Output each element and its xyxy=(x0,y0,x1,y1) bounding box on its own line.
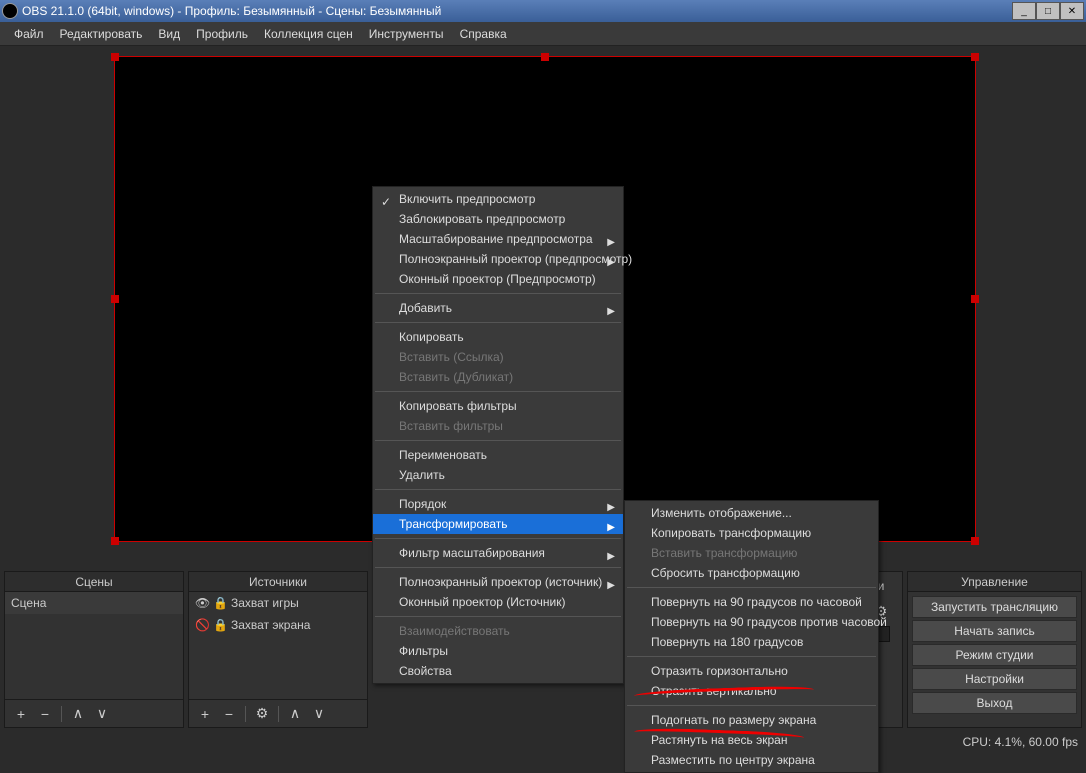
visibility-icon[interactable]: 🚫 xyxy=(195,618,209,632)
scene-up-button[interactable]: ∧ xyxy=(66,703,90,725)
ctx-item[interactable]: Сбросить трансформацию xyxy=(625,563,878,583)
close-button[interactable]: ✕ xyxy=(1060,2,1084,20)
remove-source-button[interactable]: − xyxy=(217,703,241,725)
menu-4[interactable]: Коллекция сцен xyxy=(256,23,361,45)
ctx-item[interactable]: Повернуть на 90 градусов по часовой xyxy=(625,592,878,612)
ctx-item: Вставить трансформацию xyxy=(625,543,878,563)
ctx-item[interactable]: Трансформировать▶ xyxy=(373,514,623,534)
source-up-button[interactable]: ∧ xyxy=(283,703,307,725)
source-row[interactable]: 🚫 🔒 Захват экрана xyxy=(189,614,367,636)
source-settings-button[interactable]: ⚙ xyxy=(250,703,274,725)
ctx-item: Вставить фильтры xyxy=(373,416,623,436)
scene-down-button[interactable]: ∨ xyxy=(90,703,114,725)
ctx-item[interactable]: Копировать xyxy=(373,327,623,347)
ctx-item[interactable]: Подогнать по размеру экрана xyxy=(625,710,878,730)
ctx-item[interactable]: Переименовать xyxy=(373,445,623,465)
scene-row[interactable]: Сцена xyxy=(5,592,183,614)
minimize-button[interactable]: _ xyxy=(1012,2,1036,20)
chevron-right-icon: ▶ xyxy=(607,518,615,538)
ctx-item[interactable]: Оконный проектор (Предпросмотр) xyxy=(373,269,623,289)
ctx-item: Взаимодействовать xyxy=(373,621,623,641)
ctx-item[interactable]: Копировать трансформацию xyxy=(625,523,878,543)
ctx-item[interactable]: Полноэкранный проектор (источник)▶ xyxy=(373,572,623,592)
scenes-toolbar: + − ∧ ∨ xyxy=(5,699,183,727)
menu-2[interactable]: Вид xyxy=(150,23,188,45)
menu-6[interactable]: Справка xyxy=(452,23,515,45)
sources-toolbar: + − ⚙ ∧ ∨ xyxy=(189,699,367,727)
chevron-right-icon: ▶ xyxy=(607,302,615,322)
window-title: OBS 21.1.0 (64bit, windows) - Профиль: Б… xyxy=(22,4,1012,18)
ctx-item[interactable]: Оконный проектор (Источник) xyxy=(373,592,623,612)
control-button-4[interactable]: Выход xyxy=(912,692,1077,714)
ctx-item[interactable]: Повернуть на 180 градусов xyxy=(625,632,878,652)
ctx-item[interactable]: Фильтры xyxy=(373,641,623,661)
add-source-button[interactable]: + xyxy=(193,703,217,725)
controls-header: Управление xyxy=(908,572,1081,592)
titlebar: OBS 21.1.0 (64bit, windows) - Профиль: Б… xyxy=(0,0,1086,22)
scenes-panel: Сцены Сцена + − ∧ ∨ xyxy=(4,571,184,728)
controls-panel: Управление Запустить трансляциюНачать за… xyxy=(907,571,1082,728)
ctx-item[interactable]: Добавить▶ xyxy=(373,298,623,318)
scenes-header: Сцены xyxy=(5,572,183,592)
chevron-right-icon: ▶ xyxy=(607,547,615,567)
menu-0[interactable]: Файл xyxy=(6,23,52,45)
ctx-item[interactable]: Разместить по центру экрана xyxy=(625,750,878,770)
ctx-item[interactable]: Порядок▶ xyxy=(373,494,623,514)
menu-5[interactable]: Инструменты xyxy=(361,23,452,45)
menu-1[interactable]: Редактировать xyxy=(52,23,151,45)
remove-scene-button[interactable]: − xyxy=(33,703,57,725)
ctx-item: Вставить (Дубликат) xyxy=(373,367,623,387)
menubar: ФайлРедактироватьВидПрофильКоллекция сце… xyxy=(0,22,1086,46)
ctx-item[interactable]: Изменить отображение... xyxy=(625,503,878,523)
statusbar: CPU: 4.1%, 60.00 fps xyxy=(0,732,1086,752)
ctx-item[interactable]: Свойства xyxy=(373,661,623,681)
ctx-item[interactable]: Масштабирование предпросмотра▶ xyxy=(373,229,623,249)
context-submenu-transform[interactable]: Изменить отображение...Копировать трансф… xyxy=(624,500,879,773)
ctx-item[interactable]: Включить предпросмотр✓ xyxy=(373,189,623,209)
lock-icon[interactable]: 🔒 xyxy=(213,618,227,632)
menu-3[interactable]: Профиль xyxy=(188,23,256,45)
sources-header: Источники xyxy=(189,572,367,592)
ctx-item[interactable]: Отразить горизонтально xyxy=(625,661,878,681)
control-button-3[interactable]: Настройки xyxy=(912,668,1077,690)
ctx-item[interactable]: Полноэкранный проектор (предпросмотр)▶ xyxy=(373,249,623,269)
control-button-1[interactable]: Начать запись xyxy=(912,620,1077,642)
ctx-item[interactable]: Копировать фильтры xyxy=(373,396,623,416)
add-scene-button[interactable]: + xyxy=(9,703,33,725)
control-button-2[interactable]: Режим студии xyxy=(912,644,1077,666)
ctx-item[interactable]: Повернуть на 90 градусов против часовой xyxy=(625,612,878,632)
context-menu[interactable]: Включить предпросмотр✓Заблокировать пред… xyxy=(372,186,624,684)
source-down-button[interactable]: ∨ xyxy=(307,703,331,725)
ctx-item[interactable]: Удалить xyxy=(373,465,623,485)
obs-icon xyxy=(2,3,18,19)
control-button-0[interactable]: Запустить трансляцию xyxy=(912,596,1077,618)
ctx-item: Вставить (Ссылка) xyxy=(373,347,623,367)
ctx-item[interactable]: Отразить вертикально xyxy=(625,681,878,701)
maximize-button[interactable]: □ xyxy=(1036,2,1060,20)
source-name: Захват экрана xyxy=(231,618,310,632)
status-text: CPU: 4.1%, 60.00 fps xyxy=(963,735,1078,749)
source-row[interactable]: 👁 🔒 Захват игры xyxy=(189,592,367,614)
sources-panel: Источники 👁 🔒 Захват игры 🚫 🔒 Захват экрана +… xyxy=(188,571,368,728)
ctx-item[interactable]: Заблокировать предпросмотр xyxy=(373,209,623,229)
visibility-icon[interactable]: 👁 xyxy=(195,596,209,610)
ctx-item[interactable]: Фильтр масштабирования▶ xyxy=(373,543,623,563)
source-name: Захват игры xyxy=(231,596,299,610)
ctx-item[interactable]: Растянуть на весь экран xyxy=(625,730,878,750)
lock-icon[interactable]: 🔒 xyxy=(213,596,227,610)
